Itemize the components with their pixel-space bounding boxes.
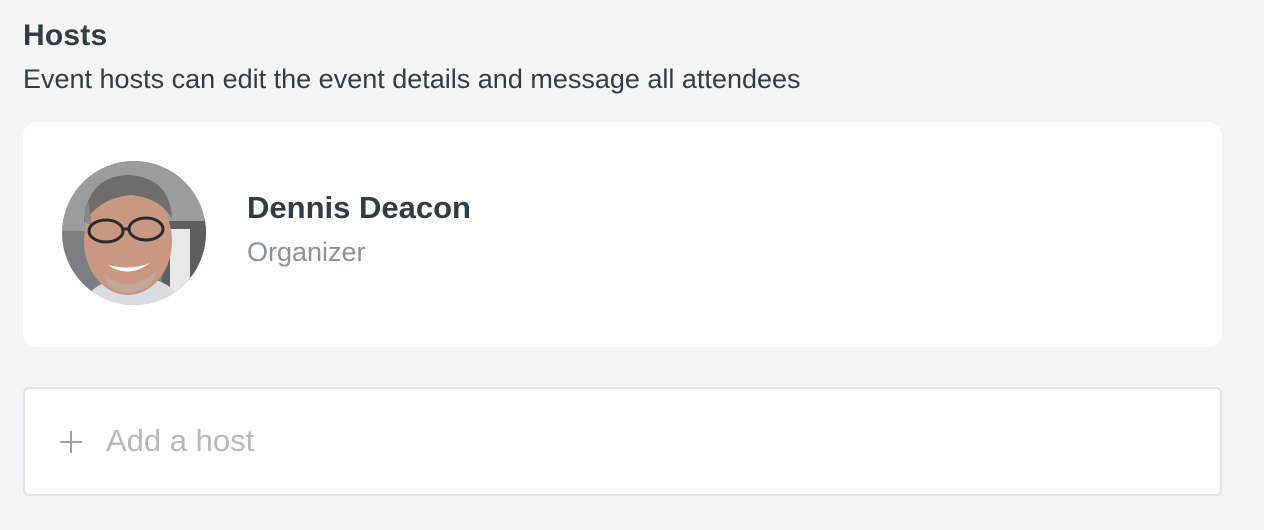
host-name: Dennis Deacon [247, 190, 471, 225]
section-title: Hosts [23, 19, 108, 52]
section-description: Event hosts can edit the event details a… [23, 64, 801, 94]
plus-icon [60, 431, 82, 453]
add-host-button[interactable]: Add a host [23, 387, 1222, 496]
avatar-photo [62, 161, 206, 305]
host-role: Organizer [247, 237, 366, 267]
host-card[interactable]: Dennis Deacon Organizer [23, 122, 1222, 347]
avatar[interactable] [62, 161, 206, 305]
hosts-section: Hosts Event hosts can edit the event det… [0, 0, 1264, 530]
add-host-label: Add a host [106, 423, 255, 458]
